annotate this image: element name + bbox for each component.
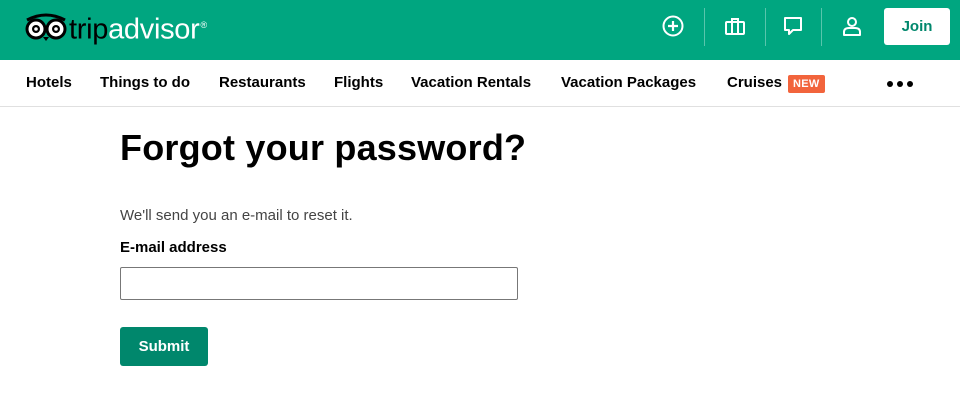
nav-item-hotels[interactable]: Hotels (26, 74, 72, 91)
logo-advisor-text: advisor (108, 13, 200, 46)
join-button[interactable]: Join (884, 8, 950, 45)
nav-item-cruises[interactable]: Cruises (727, 74, 782, 91)
owl-logo-icon (25, 13, 67, 41)
dot (907, 81, 913, 87)
nav-item-things-to-do[interactable]: Things to do (100, 74, 190, 91)
briefcase-icon[interactable] (714, 8, 756, 44)
helper-text: We'll send you an e-mail to reset it. (120, 207, 353, 224)
nav-item-flights[interactable]: Flights (334, 74, 383, 91)
more-dots-icon[interactable] (884, 74, 916, 94)
header-divider (821, 8, 822, 46)
submit-button[interactable]: Submit (120, 327, 208, 366)
email-label: E-mail address (120, 239, 227, 256)
top-header: tripadvisor® Join (0, 0, 960, 60)
header-divider (704, 8, 705, 46)
header-divider (765, 8, 766, 46)
registered-mark: ® (200, 19, 207, 30)
tripadvisor-logo[interactable]: tripadvisor® (24, 9, 207, 45)
page-title: Forgot your password? (120, 127, 527, 168)
nav-item-vacation-rentals[interactable]: Vacation Rentals (411, 74, 531, 91)
logo-wordmark: tripadvisor® (69, 7, 207, 48)
dot (887, 81, 893, 87)
plus-circle-icon[interactable] (652, 8, 694, 44)
new-badge: NEW (788, 75, 825, 93)
nav-item-vacation-packages[interactable]: Vacation Packages (561, 74, 696, 91)
speech-bubble-icon[interactable] (772, 8, 814, 44)
logo-trip-text: trip (69, 13, 109, 46)
main-nav: Hotels Things to do Restaurants Flights … (0, 60, 960, 107)
user-icon[interactable] (831, 8, 873, 44)
dot (897, 81, 903, 87)
nav-item-restaurants[interactable]: Restaurants (219, 74, 306, 91)
email-field[interactable] (120, 267, 518, 300)
